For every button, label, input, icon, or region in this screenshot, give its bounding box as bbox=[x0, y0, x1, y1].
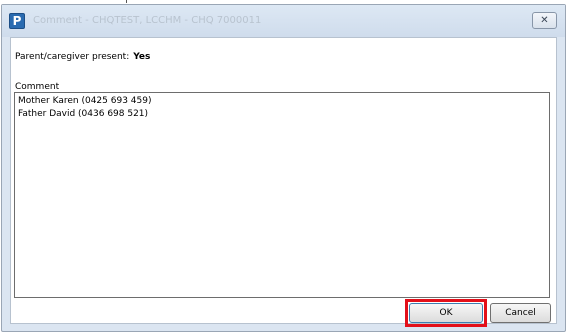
cancel-button[interactable]: Cancel bbox=[490, 303, 551, 323]
parent-present-value: Yes bbox=[133, 52, 151, 62]
title-bar[interactable]: P Comment - CHQTEST, LCCHM - CHQ 7000011… bbox=[2, 5, 565, 37]
comment-textarea[interactable]: Mother Karen (0425 693 459) Father David… bbox=[14, 92, 550, 298]
comment-line: Father David (0436 698 521) bbox=[18, 109, 149, 119]
background-strip bbox=[0, 0, 568, 3]
app-icon: P bbox=[9, 13, 25, 29]
close-icon: ✕ bbox=[540, 15, 549, 26]
dialog-body: Parent/caregiver present: Yes Comment Mot… bbox=[10, 37, 557, 327]
ok-highlight-box bbox=[405, 299, 487, 327]
parent-present-row: Parent/caregiver present: Yes bbox=[15, 52, 150, 62]
close-button[interactable]: ✕ bbox=[532, 12, 557, 29]
comment-dialog: P Comment - CHQTEST, LCCHM - CHQ 7000011… bbox=[1, 4, 566, 332]
background-mark bbox=[126, 0, 127, 3]
comment-line: Mother Karen (0425 693 459) bbox=[18, 96, 152, 106]
parent-present-label: Parent/caregiver present: bbox=[15, 52, 130, 62]
comment-label: Comment bbox=[15, 82, 60, 92]
window-title: Comment - CHQTEST, LCCHM - CHQ 7000011 bbox=[33, 15, 262, 26]
